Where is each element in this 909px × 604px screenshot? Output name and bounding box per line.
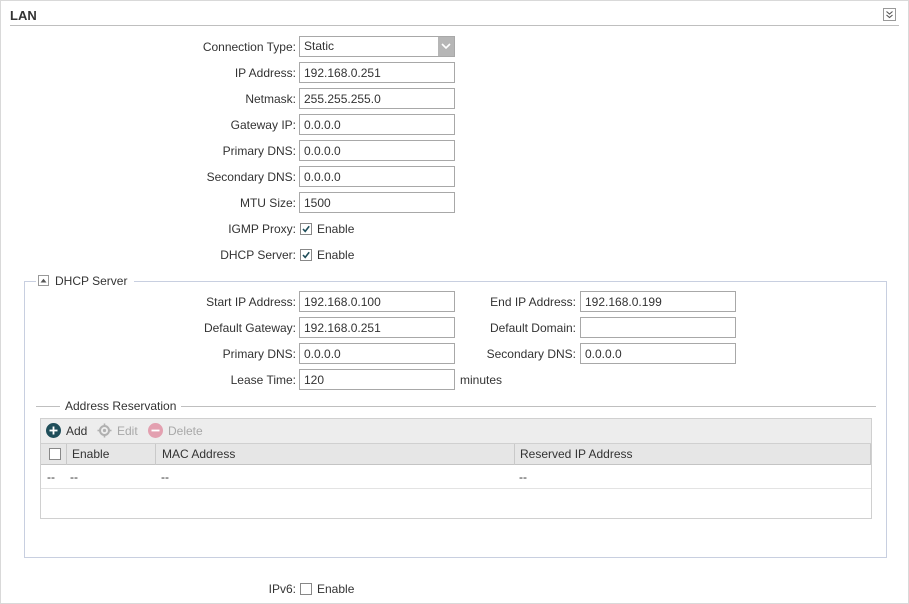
default-gateway-field[interactable] [299, 317, 455, 338]
table-toolbar: Add Edit Delete [41, 419, 871, 443]
netmask-field[interactable] [299, 88, 455, 109]
table-header: Enable MAC Address Reserved IP Address [41, 443, 871, 465]
connection-type-value: Static [304, 39, 335, 53]
column-separator [155, 444, 156, 465]
mtu-size-field[interactable] [299, 192, 455, 213]
connection-type-label: Connection Type: [202, 40, 296, 54]
select-all-checkbox[interactable] [49, 448, 61, 460]
column-separator [66, 444, 67, 465]
chevron-down-icon [441, 43, 451, 50]
delete-button[interactable]: Delete [148, 423, 206, 439]
delete-button-label: Delete [168, 424, 203, 438]
fieldset-toggle-button[interactable] [38, 275, 49, 286]
igmp-proxy-label: IGMP Proxy: [228, 222, 296, 236]
column-separator [514, 444, 515, 465]
igmp-proxy-enable-label: Enable [317, 222, 355, 236]
default-gateway-label: Default Gateway: [203, 321, 296, 335]
dhcp-server-legend: DHCP Server [36, 273, 134, 289]
ipv6-enable-checkbox[interactable] [300, 583, 312, 595]
secondary-dns-label: Secondary DNS: [206, 170, 296, 184]
end-ip-label: End IP Address: [490, 295, 576, 309]
add-button[interactable]: Add [46, 423, 90, 439]
ip-address-label: IP Address: [234, 66, 296, 80]
ip-address-field[interactable] [299, 62, 455, 83]
start-ip-field[interactable] [299, 291, 455, 312]
row-mac-cell: -- [161, 470, 169, 484]
primary-dns-label: Primary DNS: [222, 144, 296, 158]
dhcp-secondary-dns-field[interactable] [580, 343, 736, 364]
gateway-ip-label: Gateway IP: [230, 118, 296, 132]
edit-button[interactable]: Edit [97, 423, 141, 439]
dhcp-server-legend-text: DHCP Server [55, 274, 128, 288]
dhcp-primary-dns-label: Primary DNS: [222, 347, 296, 361]
checkmark-icon [302, 225, 310, 233]
secondary-dns-field[interactable] [299, 166, 455, 187]
lease-time-field[interactable] [299, 369, 455, 390]
column-separator [870, 444, 871, 465]
row-enable-cell: -- [70, 470, 78, 484]
dhcp-secondary-dns-label: Secondary DNS: [486, 347, 576, 361]
collapse-section-button[interactable] [883, 8, 896, 21]
dropdown-arrow[interactable] [438, 37, 454, 56]
ipv6-enable-label: Enable [317, 582, 355, 596]
dhcp-server-enable-label: Enable [317, 248, 355, 262]
end-ip-field[interactable] [580, 291, 736, 312]
lease-time-label: Lease Time: [230, 373, 296, 387]
plus-circle-icon [46, 423, 61, 438]
start-ip-label: Start IP Address: [206, 295, 296, 309]
primary-dns-field[interactable] [299, 140, 455, 161]
add-button-label: Add [66, 424, 88, 438]
edit-button-label: Edit [117, 424, 138, 438]
address-reservation-table: Add Edit Delete Enable MAC Address Reser… [40, 418, 872, 519]
gateway-ip-field[interactable] [299, 114, 455, 135]
ipv6-label: IPv6: [268, 582, 296, 596]
lease-time-unit: minutes [460, 373, 503, 387]
netmask-label: Netmask: [245, 92, 296, 106]
minus-circle-icon [148, 423, 163, 438]
title-divider [10, 25, 899, 26]
row-reserved-ip-cell: -- [519, 470, 527, 484]
column-header-reserved-ip[interactable]: Reserved IP Address [520, 447, 633, 461]
address-reservation-title: Address Reservation [60, 399, 182, 413]
mtu-size-label: MTU Size: [239, 196, 296, 210]
dhcp-server-checkbox[interactable] [300, 249, 312, 261]
column-header-enable[interactable]: Enable [72, 447, 109, 461]
dhcp-server-label: DHCP Server: [220, 248, 296, 262]
checkmark-icon [302, 251, 310, 259]
default-domain-label: Default Domain: [489, 321, 576, 335]
column-header-mac-address[interactable]: MAC Address [162, 447, 235, 461]
dhcp-primary-dns-field[interactable] [299, 343, 455, 364]
connection-type-select[interactable]: Static [299, 36, 455, 57]
section-title: LAN [10, 8, 37, 23]
igmp-proxy-checkbox[interactable] [300, 223, 312, 235]
table-row[interactable]: -- -- -- -- [41, 465, 871, 489]
minus-icon [40, 278, 47, 283]
double-chevron-down-icon [886, 11, 893, 19]
default-domain-field[interactable] [580, 317, 736, 338]
gear-icon [97, 423, 112, 438]
row-select-cell: -- [47, 470, 55, 484]
